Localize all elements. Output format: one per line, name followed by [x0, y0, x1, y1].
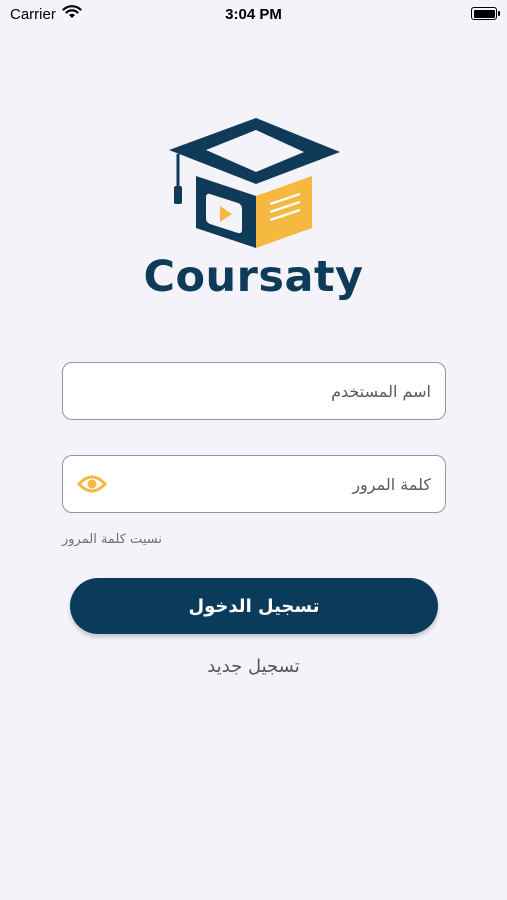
graduation-cap-logo-icon [164, 110, 344, 254]
clock: 3:04 PM [225, 6, 282, 23]
status-bar: Carrier 3:04 PM [0, 0, 507, 30]
register-link[interactable]: تسجيل جديد [0, 656, 507, 677]
password-field[interactable] [62, 455, 446, 513]
battery-icon [471, 7, 500, 20]
password-input[interactable] [113, 456, 431, 512]
brand-name: Coursaty [143, 252, 364, 302]
show-password-eye-icon[interactable] [76, 472, 108, 500]
username-input[interactable] [113, 363, 431, 419]
username-field[interactable] [62, 362, 446, 420]
login-button[interactable]: تسجيل الدخول [70, 578, 438, 634]
forgot-password-link[interactable]: نسيت كلمة المرور [62, 532, 162, 547]
